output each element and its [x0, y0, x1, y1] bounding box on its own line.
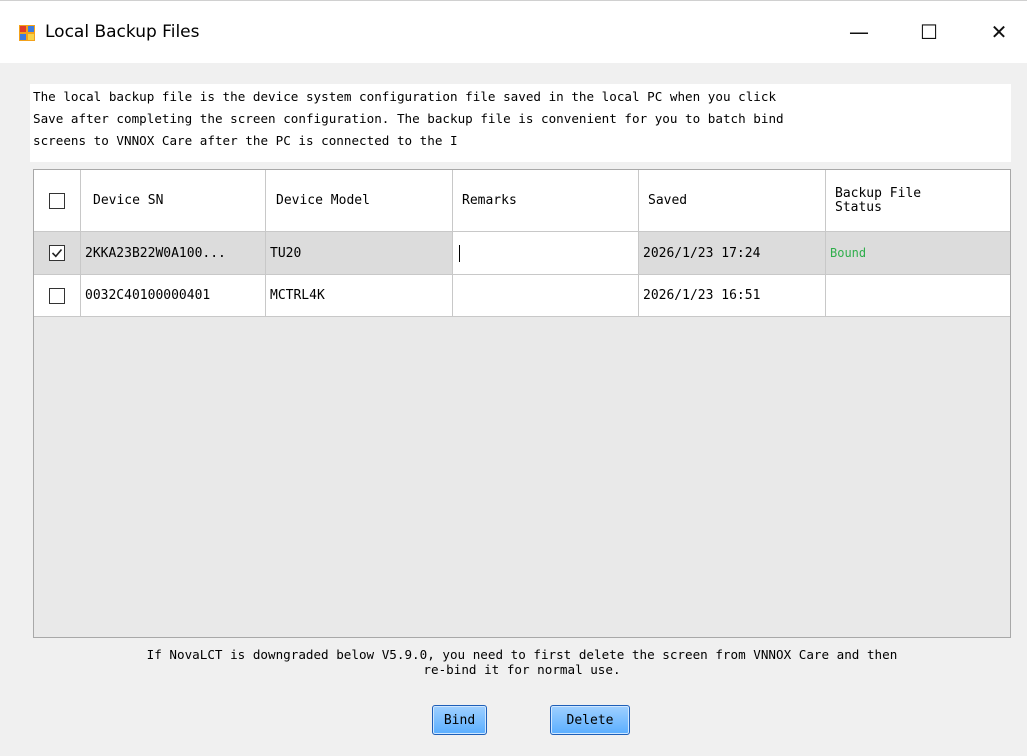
minimize-icon: — — [849, 20, 869, 44]
backup-files-table: Device SN Device Model Remarks Saved Bac… — [33, 169, 1011, 638]
column-header-device-sn[interactable]: Device SN — [81, 170, 266, 232]
window-title: Local Backup Files — [45, 22, 200, 42]
remarks-input[interactable] — [453, 232, 639, 275]
app-icon — [19, 25, 35, 41]
close-button[interactable]: ✕ — [976, 14, 1022, 50]
bind-button[interactable]: Bind — [432, 705, 487, 735]
column-header-saved[interactable]: Saved — [639, 170, 826, 232]
column-header-backup-status[interactable]: Backup File Status — [826, 170, 1010, 232]
downgrade-note: If NovaLCT is downgraded below V5.9.0, y… — [33, 647, 1011, 677]
status-bound-text: Bound — [830, 246, 867, 260]
note-line-1: If NovaLCT is downgraded below V5.9.0, y… — [146, 647, 898, 662]
close-icon: ✕ — [990, 20, 1008, 44]
row-checkbox[interactable] — [49, 287, 65, 304]
remarks-cell[interactable] — [453, 275, 639, 317]
header-select-all-cell — [34, 170, 81, 232]
saved-time-cell: 2026/1/23 17:24 — [639, 232, 826, 275]
checkmark-icon — [51, 248, 63, 258]
row-select-cell — [34, 232, 81, 275]
description-panel: The local backup file is the device syst… — [30, 84, 1011, 162]
minimize-button[interactable]: — — [836, 14, 882, 50]
backup-status-cell: Bound — [826, 232, 1010, 275]
maximize-button[interactable]: ☐ — [906, 14, 952, 50]
delete-button[interactable]: Delete — [550, 705, 630, 735]
device-model-cell: TU20 — [266, 232, 453, 275]
description-line-3: screens to VNNOX Care after the PC is co… — [33, 133, 458, 148]
saved-time-cell: 2026/1/23 16:51 — [639, 275, 826, 317]
backup-status-header-line-2: Status — [835, 199, 882, 215]
backup-status-cell — [826, 275, 1010, 317]
row-select-cell — [34, 275, 81, 317]
column-header-remarks[interactable]: Remarks — [453, 170, 639, 232]
device-model-cell: MCTRL4K — [266, 275, 453, 317]
backup-status-header-line-1: Backup File — [835, 185, 922, 201]
device-sn-cell: 2KKA23B22W0A100... — [81, 232, 266, 275]
note-line-2: re-bind it for normal use. — [423, 662, 621, 677]
column-header-device-model[interactable]: Device Model — [266, 170, 453, 232]
select-all-checkbox[interactable] — [49, 192, 65, 209]
window-top-border — [0, 0, 1027, 1]
device-sn-cell: 0032C40100000401 — [81, 275, 266, 317]
row-checkbox-checked[interactable] — [49, 245, 65, 261]
description-line-1: The local backup file is the device syst… — [33, 89, 777, 104]
maximize-icon: ☐ — [920, 20, 938, 44]
text-cursor — [459, 244, 460, 262]
title-bar: Local Backup Files — ☐ ✕ — [0, 0, 1027, 63]
description-line-2: Save after completing the screen configu… — [33, 111, 784, 126]
